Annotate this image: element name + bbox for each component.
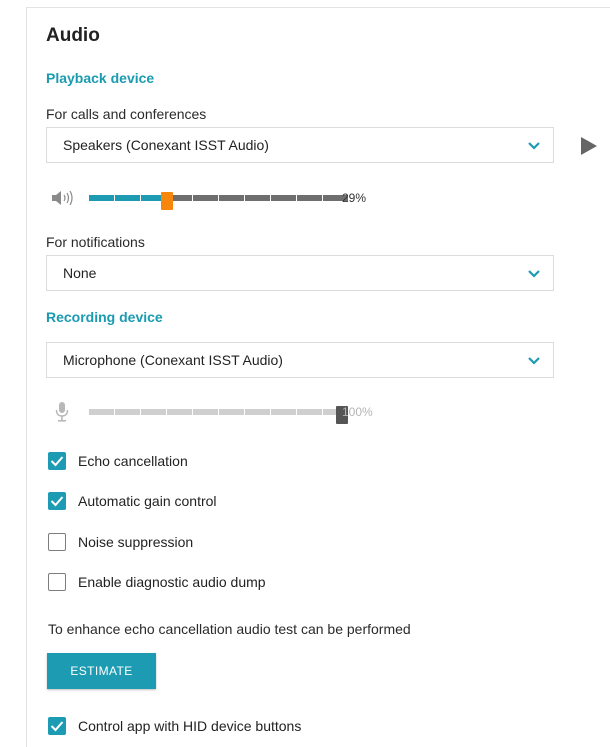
speaker-volume-segment	[219, 195, 244, 201]
mic-volume-segment	[89, 409, 114, 415]
mic-volume-segment	[193, 409, 218, 415]
calls-device-value: Speakers (Conexant ISST Audio)	[63, 137, 269, 153]
estimate-button[interactable]: ESTIMATE	[47, 653, 156, 689]
mic-volume-segment	[115, 409, 140, 415]
notifications-device-select[interactable]: None	[46, 255, 554, 291]
diagnostic-audio-dump-label: Enable diagnostic audio dump	[78, 574, 266, 590]
calls-conferences-label: For calls and conferences	[46, 106, 207, 122]
recording-device-value: Microphone (Conexant ISST Audio)	[63, 352, 283, 368]
speaker-volume-segment	[115, 195, 140, 201]
chevron-down-icon	[528, 357, 540, 365]
check-icon	[50, 456, 64, 467]
playback-device-heading: Playback device	[46, 70, 155, 86]
speaker-volume-segment	[271, 195, 296, 201]
chevron-down-icon	[528, 142, 540, 150]
speaker-volume-segment	[193, 195, 218, 201]
speaker-volume-row: 29%	[52, 188, 392, 210]
recording-device-heading: Recording device	[46, 309, 163, 325]
page-title: Audio	[46, 25, 100, 46]
mic-volume-segment	[271, 409, 296, 415]
chevron-down-icon	[528, 270, 540, 278]
noise-suppression-checkbox[interactable]	[48, 533, 66, 551]
diagnostic-audio-dump-checkbox[interactable]	[48, 573, 66, 591]
check-icon	[50, 721, 64, 732]
recording-device-select[interactable]: Microphone (Conexant ISST Audio)	[46, 342, 554, 378]
mic-volume-segment	[167, 409, 192, 415]
play-icon[interactable]	[580, 136, 598, 156]
noise-suppression-label: Noise suppression	[78, 534, 194, 550]
speaker-volume-segment	[245, 195, 270, 201]
speaker-icon	[52, 191, 73, 205]
hid-device-buttons-checkbox[interactable]	[48, 717, 66, 735]
mic-volume-segment	[297, 409, 322, 415]
mic-volume-slider[interactable]	[89, 406, 348, 424]
echo-cancellation-checkbox[interactable]	[48, 452, 66, 470]
automatic-gain-control-label: Automatic gain control	[78, 493, 217, 509]
mic-volume-row: 100%	[52, 402, 392, 424]
notifications-device-value: None	[63, 265, 97, 281]
estimate-hint-text: To enhance echo cancellation audio test …	[48, 621, 411, 637]
speaker-volume-segment	[89, 195, 114, 201]
microphone-icon	[55, 402, 69, 422]
mic-volume-segment	[245, 409, 270, 415]
check-icon	[50, 496, 64, 507]
echo-cancellation-label: Echo cancellation	[78, 453, 188, 469]
hid-device-buttons-label: Control app with HID device buttons	[78, 718, 302, 734]
automatic-gain-control-checkbox[interactable]	[48, 492, 66, 510]
speaker-volume-percent: 29%	[342, 191, 367, 205]
speaker-volume-segment	[297, 195, 322, 201]
notifications-label: For notifications	[46, 234, 145, 250]
mic-volume-percent: 100%	[342, 405, 373, 419]
calls-device-select[interactable]: Speakers (Conexant ISST Audio)	[46, 127, 554, 163]
speaker-volume-thumb[interactable]	[161, 192, 173, 210]
mic-volume-segment	[141, 409, 166, 415]
speaker-volume-slider[interactable]	[89, 192, 348, 210]
mic-volume-segment	[219, 409, 244, 415]
